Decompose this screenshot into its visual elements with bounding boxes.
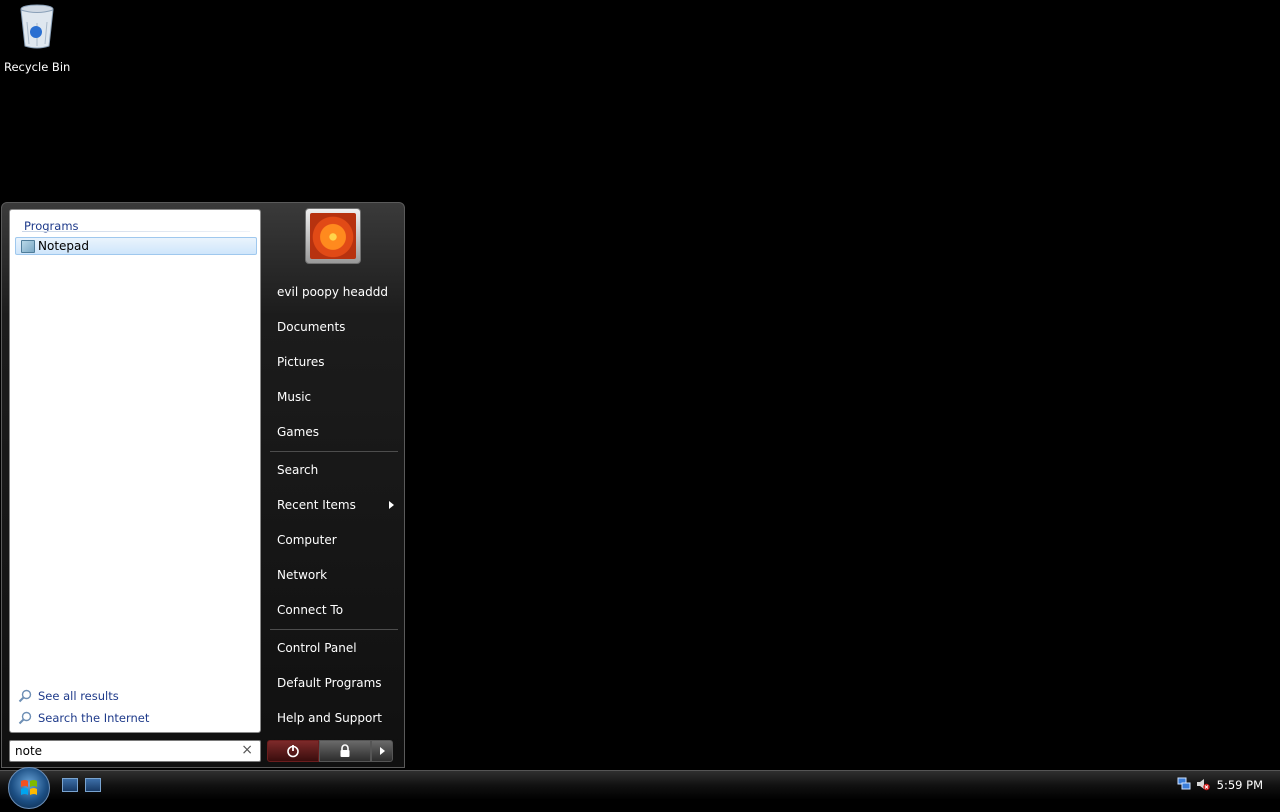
see-all-results-label: See all results: [38, 689, 119, 703]
connect-to-link[interactable]: Connect To: [266, 593, 398, 628]
recycle-bin-desktop-icon[interactable]: Recycle Bin: [4, 2, 70, 74]
pictures-link[interactable]: Pictures: [266, 345, 398, 380]
clear-search-icon[interactable]: ×: [241, 742, 253, 758]
search-internet-label: Search the Internet: [38, 711, 150, 725]
start-search-input[interactable]: [15, 743, 235, 759]
search-internet-link[interactable]: Search the Internet: [18, 711, 149, 725]
power-controls: [267, 740, 393, 762]
lock-button[interactable]: [319, 740, 371, 762]
control-panel-link[interactable]: Control Panel: [266, 631, 398, 666]
start-search-box[interactable]: ×: [9, 740, 261, 762]
arrow-right-icon: [379, 747, 385, 755]
taskbar: [0, 770, 1280, 800]
search-link[interactable]: Search: [266, 453, 398, 488]
power-icon: [287, 745, 299, 758]
magnifier-icon: [18, 689, 32, 703]
documents-link[interactable]: Documents: [266, 310, 398, 345]
start-button[interactable]: [8, 767, 50, 809]
music-link[interactable]: Music: [266, 380, 398, 415]
games-link[interactable]: Games: [266, 415, 398, 450]
power-button[interactable]: [267, 740, 319, 762]
programs-separator: [22, 231, 250, 232]
magnifier-icon: [18, 711, 32, 725]
network-status-icon[interactable]: [1177, 777, 1191, 791]
computer-link[interactable]: Computer: [266, 523, 398, 558]
recycle-bin-label: Recycle Bin: [4, 60, 71, 74]
help-and-support-link[interactable]: Help and Support: [266, 701, 398, 736]
network-link[interactable]: Network: [266, 558, 398, 593]
show-desktop-icon[interactable]: [62, 778, 78, 792]
user-picture[interactable]: [305, 208, 361, 264]
flower-user-picture: [310, 213, 356, 259]
start-menu: Programs Notepad See all results Search …: [1, 202, 405, 768]
menu-separator: [270, 451, 398, 452]
menu-separator: [270, 629, 398, 630]
see-all-results-link[interactable]: See all results: [18, 689, 119, 703]
taskbar-clock[interactable]: 5:59 PM: [1217, 778, 1263, 792]
recycle-bin-icon: [20, 4, 54, 49]
user-folder-link[interactable]: evil poopy headdd: [266, 275, 398, 310]
start-menu-right-column: evil poopy headdd Documents Pictures Mus…: [266, 275, 398, 736]
result-item-notepad[interactable]: Notepad: [15, 237, 257, 255]
switch-windows-icon[interactable]: [85, 778, 101, 792]
recent-items-label: Recent Items: [277, 498, 356, 512]
windows-logo-icon: [21, 780, 37, 795]
volume-muted-icon[interactable]: [1196, 777, 1210, 791]
lock-icon: [340, 744, 350, 757]
recent-items-link[interactable]: Recent Items: [266, 488, 398, 523]
search-results-pane: Programs Notepad See all results Search …: [9, 209, 261, 733]
notepad-icon: [21, 239, 35, 253]
submenu-arrow-icon: [389, 501, 394, 509]
default-programs-link[interactable]: Default Programs: [266, 666, 398, 701]
result-item-label: Notepad: [38, 239, 89, 253]
shutdown-options-button[interactable]: [371, 740, 393, 762]
